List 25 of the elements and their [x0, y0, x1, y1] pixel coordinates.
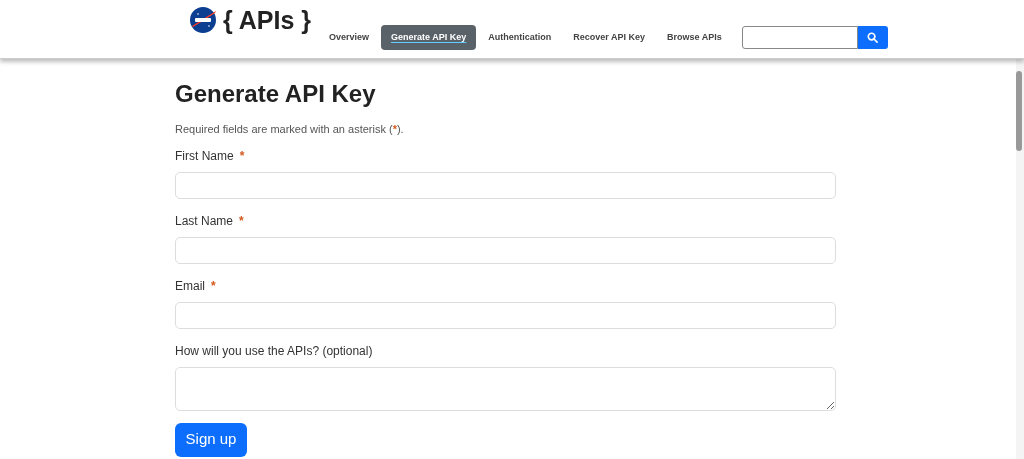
- required-marker: *: [211, 277, 216, 295]
- search-icon: [867, 32, 879, 43]
- nav-tab[interactable]: Overview: [319, 25, 380, 50]
- site-title[interactable]: { APIs }: [223, 7, 311, 33]
- required-note: Required fields are marked with an asterisk (*).: [175, 122, 405, 137]
- search-button[interactable]: [857, 26, 888, 49]
- search-field[interactable]: [741, 26, 858, 49]
- field-label: Last Name: [175, 212, 234, 230]
- input-field[interactable]: [175, 171, 836, 199]
- sign-up-button[interactable]: Sign up: [175, 422, 247, 457]
- input-field[interactable]: [175, 236, 836, 264]
- nav-tab[interactable]: Browse APIs: [656, 25, 732, 50]
- field-label: First Name: [175, 147, 234, 165]
- field-label: How will you use the APIs? (optional): [175, 342, 373, 360]
- scrollbar[interactable]: [1016, 59, 1024, 459]
- agency-logo-icon[interactable]: [189, 6, 217, 34]
- page-title: Generate API Key: [175, 79, 377, 109]
- required-marker: *: [239, 212, 244, 230]
- nav-tab[interactable]: Recover API Key: [563, 25, 655, 50]
- nav-tab[interactable]: Authentication: [478, 25, 562, 50]
- required-marker: *: [239, 147, 245, 165]
- nav-tab[interactable]: Generate API Key: [381, 25, 477, 50]
- text-area[interactable]: [175, 366, 836, 411]
- input-field[interactable]: [175, 301, 836, 329]
- field-label: Email: [175, 277, 205, 295]
